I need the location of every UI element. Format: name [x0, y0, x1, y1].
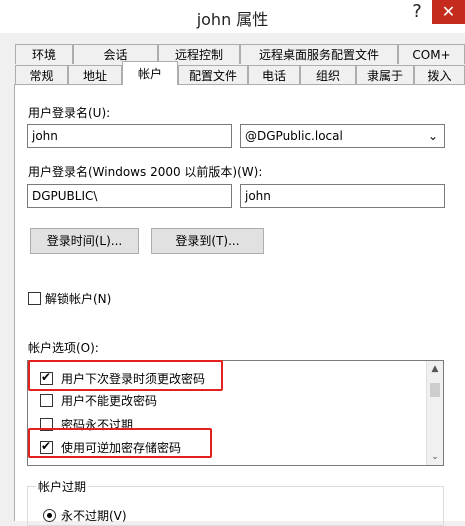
option-checkbox[interactable]: [40, 394, 53, 407]
options-scrollbar[interactable]: ▲ ⌄: [426, 361, 443, 465]
unlock-account-label: 解锁帐户(N): [45, 292, 112, 306]
tab-address[interactable]: 地址: [68, 65, 122, 85]
pre2000-name-input[interactable]: john: [240, 184, 445, 208]
highlight-box-reversible-encryption: [28, 428, 212, 458]
domain-value: @DGPublic.local: [245, 129, 343, 143]
window-title: john 属性: [196, 10, 269, 29]
scroll-thumb[interactable]: [430, 383, 440, 397]
tab-dial-in[interactable]: 拨入: [414, 65, 465, 85]
tab-rds-profile[interactable]: 远程桌面服务配置文件: [240, 44, 398, 64]
tab-account[interactable]: 帐户: [122, 61, 178, 85]
tab-profile[interactable]: 配置文件: [178, 65, 248, 85]
close-icon: ✕: [441, 2, 456, 21]
logon-hours-button[interactable]: 登录时间(L)...: [30, 228, 139, 254]
never-expires-radio[interactable]: [43, 509, 56, 522]
domain-select[interactable]: @DGPublic.local ⌄: [240, 124, 445, 148]
option-label: 用户不能更改密码: [61, 394, 158, 408]
list-item[interactable]: 用户不能更改密码: [28, 389, 426, 411]
title-bar: john 属性 ? ✕: [0, 0, 465, 33]
tab-organization[interactable]: 组织: [300, 65, 356, 85]
close-button[interactable]: ✕: [432, 0, 465, 24]
account-options-label: 帐户选项(O):: [28, 341, 99, 355]
logon-to-button[interactable]: 登录到(T)...: [151, 228, 264, 254]
pre2000-logon-label: 用户登录名(Windows 2000 以前版本)(W):: [28, 165, 263, 179]
tab-environment[interactable]: 环境: [15, 44, 73, 64]
tab-general[interactable]: 常规: [15, 65, 68, 85]
pre2000-domain-field: DGPUBLIC\: [27, 184, 232, 208]
scroll-up-icon[interactable]: ▲: [427, 361, 443, 377]
chevron-down-icon: ⌄: [427, 129, 438, 143]
logon-name-input[interactable]: john: [27, 124, 232, 148]
scroll-down-icon[interactable]: ⌄: [427, 449, 443, 465]
unlock-account-checkbox[interactable]: [28, 292, 41, 305]
tab-com-plus[interactable]: COM+: [398, 44, 465, 64]
tab-member-of[interactable]: 隶属于: [356, 65, 414, 85]
account-expires-label: 帐户过期: [36, 478, 89, 495]
logon-name-label: 用户登录名(U):: [28, 106, 111, 120]
account-expires-group: 帐户过期 永不过期(V): [27, 478, 444, 526]
help-button[interactable]: ?: [405, 0, 429, 24]
highlight-box-change-password: [28, 360, 223, 391]
never-expires-label: 永不过期(V): [61, 509, 127, 523]
tab-telephones[interactable]: 电话: [248, 65, 300, 85]
